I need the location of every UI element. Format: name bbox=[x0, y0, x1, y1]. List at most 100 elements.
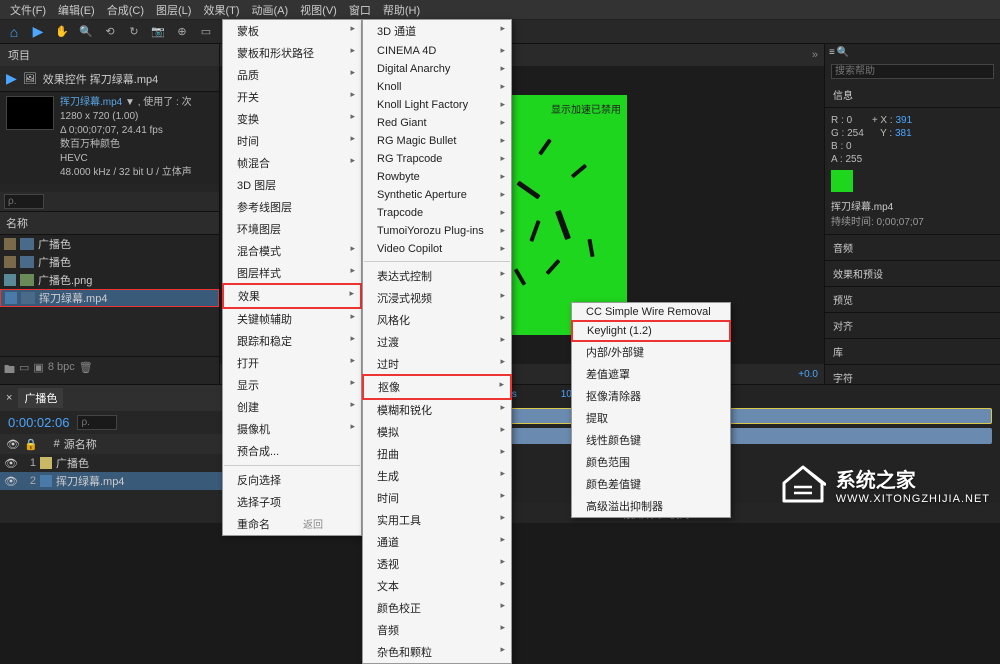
fx-trapcode[interactable]: Trapcode bbox=[363, 204, 511, 222]
bpc-icon[interactable]: 8 bpc bbox=[48, 361, 75, 380]
fx-tumoiyorozu[interactable]: TumoiYorozu Plug-ins bbox=[363, 222, 511, 240]
list-item[interactable]: 广播色.png bbox=[0, 271, 219, 289]
fx-text[interactable]: 文本 bbox=[363, 575, 511, 597]
menu-window[interactable]: 窗口 bbox=[343, 0, 377, 20]
menu-guide-layer[interactable]: 参考线图层 bbox=[223, 196, 361, 218]
new-comp-icon[interactable]: ▣ bbox=[33, 361, 43, 380]
key-inner-outer[interactable]: 内部/外部键 bbox=[572, 341, 730, 363]
menu-layer-style[interactable]: 图层样式 bbox=[223, 262, 361, 284]
panel-align[interactable]: 对齐 bbox=[825, 313, 1000, 339]
menu-open[interactable]: 打开 bbox=[223, 352, 361, 374]
fx-simulation[interactable]: 模拟 bbox=[363, 421, 511, 443]
key-linear-color[interactable]: 线性颜色键 bbox=[572, 429, 730, 451]
fx-3d-channel[interactable]: 3D 通道 bbox=[363, 20, 511, 42]
panel-effects-presets[interactable]: 效果和预设 bbox=[825, 261, 1000, 287]
menu-quality[interactable]: 品质 bbox=[223, 64, 361, 86]
camera-tool-icon[interactable]: 📷 bbox=[150, 24, 166, 40]
list-item[interactable]: 挥刀绿幕.mp4 bbox=[0, 289, 219, 307]
fx-noise-grain[interactable]: 杂色和颗粒 bbox=[363, 641, 511, 663]
tab-project[interactable]: 项目 bbox=[0, 44, 38, 66]
rotate-tool-icon[interactable]: ↻ bbox=[126, 24, 142, 40]
fx-color-correction[interactable]: 颜色校正 bbox=[363, 597, 511, 619]
key-cc-wire-removal[interactable]: CC Simple Wire Removal bbox=[572, 303, 730, 321]
rect-tool-icon[interactable]: ▭ bbox=[198, 24, 214, 40]
menu-select-children[interactable]: 选择子项 bbox=[223, 491, 361, 513]
menu-help[interactable]: 帮助(H) bbox=[377, 0, 426, 20]
fx-keying[interactable]: 抠像 bbox=[362, 374, 512, 400]
eye-icon[interactable]: 👁 bbox=[6, 438, 20, 451]
key-difference-matte[interactable]: 差值遮罩 bbox=[572, 363, 730, 385]
fx-immersive-video[interactable]: 沉浸式视频 bbox=[363, 287, 511, 309]
menu-transform[interactable]: 变换 bbox=[223, 108, 361, 130]
info-section-header[interactable]: 信息 bbox=[825, 82, 1000, 108]
fx-red-giant[interactable]: Red Giant bbox=[363, 114, 511, 132]
fx-obsolete[interactable]: 过时 bbox=[363, 353, 511, 375]
comp-tab[interactable]: 广播色 bbox=[18, 388, 63, 408]
menu-icon[interactable]: ≡ bbox=[829, 47, 835, 58]
menu-mask-shape-path[interactable]: 蒙板和形状路径 bbox=[223, 42, 361, 64]
exposure-value[interactable]: +0.0 bbox=[798, 369, 818, 380]
menu-keyframe-assist[interactable]: 关键帧辅助 bbox=[223, 308, 361, 330]
new-folder-icon[interactable]: ▭ bbox=[19, 361, 29, 380]
fx-cinema4d[interactable]: CINEMA 4D bbox=[363, 42, 511, 60]
menu-effects[interactable]: 效果 bbox=[222, 283, 362, 309]
key-color-diff[interactable]: 颜色差值键 bbox=[572, 473, 730, 495]
column-header-name[interactable]: 名称 bbox=[0, 211, 219, 235]
fx-digital-anarchy[interactable]: Digital Anarchy bbox=[363, 60, 511, 78]
key-cleaner[interactable]: 抠像清除器 bbox=[572, 385, 730, 407]
menu-rename[interactable]: 重命名返回 bbox=[223, 513, 361, 535]
menu-effect[interactable]: 效果(T) bbox=[197, 0, 245, 20]
menu-blend-mode[interactable]: 混合模式 bbox=[223, 240, 361, 262]
chevrons-icon[interactable]: » bbox=[812, 49, 818, 61]
panel-audio[interactable]: 音频 bbox=[825, 235, 1000, 261]
menu-environment-layer[interactable]: 环境图层 bbox=[223, 218, 361, 240]
pan-behind-tool-icon[interactable]: ⊕ bbox=[174, 24, 190, 40]
fx-channel[interactable]: 通道 bbox=[363, 531, 511, 553]
eye-icon[interactable]: 👁 bbox=[4, 457, 18, 470]
fx-transition[interactable]: 过渡 bbox=[363, 331, 511, 353]
trash-icon[interactable]: 🗑 bbox=[79, 361, 93, 380]
menu-time[interactable]: 时间 bbox=[223, 130, 361, 152]
fx-knoll[interactable]: Knoll bbox=[363, 78, 511, 96]
timeline-search[interactable] bbox=[77, 415, 117, 430]
play-icon[interactable]: ▶ bbox=[6, 70, 17, 87]
fx-audio[interactable]: 音频 bbox=[363, 619, 511, 641]
menu-precompose[interactable]: 预合成... bbox=[223, 440, 361, 462]
eye-icon[interactable]: 👁 bbox=[4, 475, 18, 488]
menu-3d-layer[interactable]: 3D 图层 bbox=[223, 174, 361, 196]
menu-switch[interactable]: 开关 bbox=[223, 86, 361, 108]
source-name-header[interactable]: 源名称 bbox=[64, 436, 97, 452]
menu-composition[interactable]: 合成(C) bbox=[101, 0, 150, 20]
menu-create[interactable]: 创建 bbox=[223, 396, 361, 418]
close-icon[interactable]: × bbox=[6, 392, 12, 404]
menu-camera[interactable]: 摄像机 bbox=[223, 418, 361, 440]
fx-utility[interactable]: 实用工具 bbox=[363, 509, 511, 531]
fx-distort[interactable]: 扭曲 bbox=[363, 443, 511, 465]
hand-tool-icon[interactable]: ✋ bbox=[54, 24, 70, 40]
key-color-range[interactable]: 颜色范围 bbox=[572, 451, 730, 473]
menu-invert-selection[interactable]: 反向选择 bbox=[223, 469, 361, 491]
list-item[interactable]: 广播色 bbox=[0, 235, 219, 253]
menu-reveal[interactable]: 显示 bbox=[223, 374, 361, 396]
fx-generate[interactable]: 生成 bbox=[363, 465, 511, 487]
orbit-tool-icon[interactable]: ⟲ bbox=[102, 24, 118, 40]
fx-stylize[interactable]: 风格化 bbox=[363, 309, 511, 331]
home-icon[interactable]: ⌂ bbox=[6, 24, 22, 40]
menu-layer[interactable]: 图层(L) bbox=[150, 0, 197, 20]
fx-time[interactable]: 时间 bbox=[363, 487, 511, 509]
fx-rowbyte[interactable]: Rowbyte bbox=[363, 168, 511, 186]
menu-view[interactable]: 视图(V) bbox=[294, 0, 343, 20]
key-keylight[interactable]: Keylight (1.2) bbox=[571, 320, 731, 342]
project-search-input[interactable] bbox=[4, 194, 44, 209]
panel-library[interactable]: 库 bbox=[825, 339, 1000, 365]
key-advanced-spill[interactable]: 高级溢出抑制器 bbox=[572, 495, 730, 517]
selection-tool-icon[interactable]: ▶ bbox=[30, 24, 46, 40]
panel-preview[interactable]: 预览 bbox=[825, 287, 1000, 313]
menu-track-stabilize[interactable]: 跟踪和稳定 bbox=[223, 330, 361, 352]
menu-frame-blend[interactable]: 帧混合 bbox=[223, 152, 361, 174]
key-extract[interactable]: 提取 bbox=[572, 407, 730, 429]
menu-file[interactable]: 文件(F) bbox=[4, 0, 52, 20]
lock-icon[interactable]: 🔒 bbox=[24, 438, 38, 451]
zoom-tool-icon[interactable]: 🔍 bbox=[78, 24, 94, 40]
fx-blur-sharpen[interactable]: 模糊和锐化 bbox=[363, 399, 511, 421]
